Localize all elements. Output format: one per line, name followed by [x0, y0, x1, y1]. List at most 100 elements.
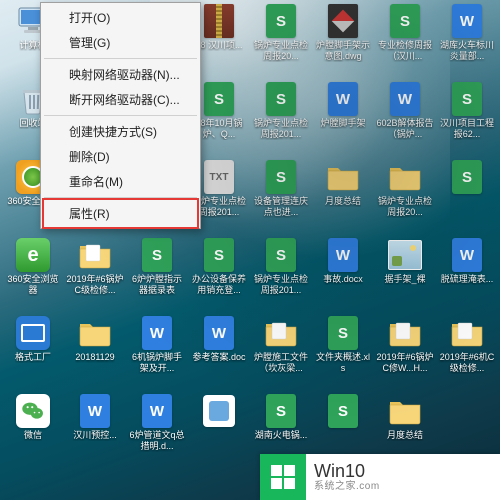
menu-delete[interactable]: 删除(D) [43, 144, 198, 169]
menu-manage[interactable]: 管理(G) [43, 30, 198, 55]
text-doc-icon: TXT [204, 160, 234, 194]
menu-disconnect-drive[interactable]: 断开网络驱动器(C)... [43, 87, 198, 112]
desktop-item[interactable]: 炉膛施工文件（坎灰梁... [250, 314, 312, 392]
icon-label: 6炉管道文q总措明.d... [128, 430, 186, 452]
app-360browser[interactable]: 360安全浏览器 [2, 236, 64, 314]
desktop[interactable]: 计算机 18 汉川项... S 锅炉专业点检周报20... 炉膛脚手架示意图.d… [0, 0, 500, 500]
app-wechat[interactable]: 微信 [2, 392, 64, 470]
image-icon [388, 240, 422, 270]
menu-separator [44, 115, 197, 116]
folder-icon [388, 160, 422, 194]
icon-label: 602B解体报告（锅炉... [376, 118, 434, 140]
desktop-item[interactable]: 20181129 [64, 314, 126, 392]
word-doc-icon: W [142, 394, 172, 428]
menu-map-drive[interactable]: 映射网络驱动器(N)... [43, 62, 198, 87]
watermark: Win10 系统之家.com [260, 454, 500, 500]
desktop-item[interactable]: 炉膛脚手架示意图.dwg [312, 2, 374, 80]
spreadsheet-icon: S [204, 82, 234, 116]
icon-label: 文件夹概述.xls [314, 352, 372, 374]
spreadsheet-icon: S [204, 238, 234, 272]
menu-rename[interactable]: 重命名(M) [43, 169, 198, 194]
menu-open[interactable]: 打开(O) [43, 5, 198, 30]
icon-label: 6炉炉膛指示器据录表 [128, 274, 186, 296]
icon-label: 锅炉专业点检周报201... [252, 274, 310, 296]
spreadsheet-icon: S [452, 82, 482, 116]
desktop-item[interactable]: S 锅炉专业点检周报201... [250, 236, 312, 314]
desktop-item[interactable]: S 锅炉专业点检周报201... [250, 80, 312, 158]
icon-label: 参考答案.doc [192, 352, 245, 363]
executable-icon [203, 395, 235, 427]
desktop-item[interactable]: S 专业检修周报（汉川... [374, 2, 436, 80]
word-doc-icon: W [452, 4, 482, 38]
word-doc-icon: W [142, 316, 172, 350]
folder-icon [78, 316, 112, 350]
desktop-item[interactable]: S 文件夹概述.xls [312, 314, 374, 392]
desktop-item[interactable]: W 6机锅炉脚手架及开... [126, 314, 188, 392]
spreadsheet-icon: S [266, 238, 296, 272]
icon-label: 湖南火电锅... [255, 430, 308, 441]
desktop-item[interactable]: S [436, 158, 498, 236]
desktop-item[interactable] [188, 392, 250, 470]
word-doc-icon: W [390, 82, 420, 116]
dwg-icon [328, 4, 358, 38]
desktop-item[interactable]: W 602B解体报告（锅炉... [374, 80, 436, 158]
word-doc-icon: W [80, 394, 110, 428]
icon-label: 炉膛脚手架示意图.dwg [314, 40, 372, 62]
spreadsheet-icon: S [328, 394, 358, 428]
folder-open-icon [450, 316, 484, 350]
icon-label: 据手架_裸 [384, 274, 425, 285]
desktop-item[interactable]: W 炉膛脚手架 [312, 80, 374, 158]
icon-label: 格式工厂 [15, 352, 51, 363]
folder-icon [326, 160, 360, 194]
desktop-item[interactable]: W 汉川预控... [64, 392, 126, 470]
folder-open-icon [264, 316, 298, 350]
desktop-item[interactable]: S 6炉炉膛指示器据录表 [126, 236, 188, 314]
desktop-item[interactable]: W 脱硫理淹表... [436, 236, 498, 314]
desktop-item[interactable]: S 锅炉专业点检周报20... [250, 2, 312, 80]
spreadsheet-icon: S [266, 4, 296, 38]
desktop-item[interactable]: 2019年#6锅炉C修W...H... [374, 314, 436, 392]
desktop-item[interactable]: 2019年#6机C级检修... [436, 314, 498, 392]
icon-label: 360安全浏览器 [4, 274, 62, 296]
desktop-item[interactable]: 锅炉专业点检周报20... [374, 158, 436, 236]
icon-label: 设备管理连庆点也进... [252, 196, 310, 218]
browser-icon [16, 238, 50, 272]
desktop-item[interactable]: S 汉川项目工程报62... [436, 80, 498, 158]
menu-create-shortcut[interactable]: 创建快捷方式(S) [43, 119, 198, 144]
folder-icon [388, 394, 422, 428]
desktop-item[interactable]: W 湖库火车标川炎量部... [436, 2, 498, 80]
desktop-item[interactable]: 据手架_裸 [374, 236, 436, 314]
desktop-item[interactable]: S 设备管理连庆点也进... [250, 158, 312, 236]
icon-label: 锅炉专业点检周报20... [376, 196, 434, 218]
app-format-factory[interactable]: 格式工厂 [2, 314, 64, 392]
spreadsheet-icon: S [390, 4, 420, 38]
icon-label: 事故.docx [323, 274, 363, 285]
word-doc-icon: W [452, 238, 482, 272]
spreadsheet-icon: S [266, 160, 296, 194]
desktop-item[interactable]: S 办公设备保养用销充登... [188, 236, 250, 314]
icon-label: 20181129 [75, 352, 114, 363]
desktop-item[interactable]: 月度总结 [312, 158, 374, 236]
spreadsheet-icon: S [328, 316, 358, 350]
menu-separator [44, 197, 197, 198]
desktop-item[interactable]: 2019年#6锅炉C级检修... [64, 236, 126, 314]
archive-icon [204, 4, 234, 38]
word-doc-icon: W [328, 82, 358, 116]
wechat-icon [16, 394, 50, 428]
watermark-title: Win10 [314, 462, 380, 482]
factory-icon [16, 316, 50, 350]
icon-label: 2019年#6机C级检修... [438, 352, 496, 374]
folder-open-icon [78, 238, 112, 272]
desktop-item[interactable]: W 6炉管道文q总措明.d... [126, 392, 188, 470]
icon-label: 微信 [24, 430, 42, 441]
desktop-item[interactable]: W 事故.docx [312, 236, 374, 314]
icon-label: 脱硫理淹表... [441, 274, 494, 285]
spreadsheet-icon: S [266, 82, 296, 116]
desktop-item[interactable]: W 参考答案.doc [188, 314, 250, 392]
icon-label: 2019年#6锅炉C修W...H... [376, 352, 434, 374]
windows-logo-icon [260, 454, 306, 500]
word-doc-icon: W [328, 238, 358, 272]
icon-label: 汉川项目工程报62... [438, 118, 496, 140]
menu-properties[interactable]: 属性(R) [43, 201, 198, 226]
word-doc-icon: W [204, 316, 234, 350]
